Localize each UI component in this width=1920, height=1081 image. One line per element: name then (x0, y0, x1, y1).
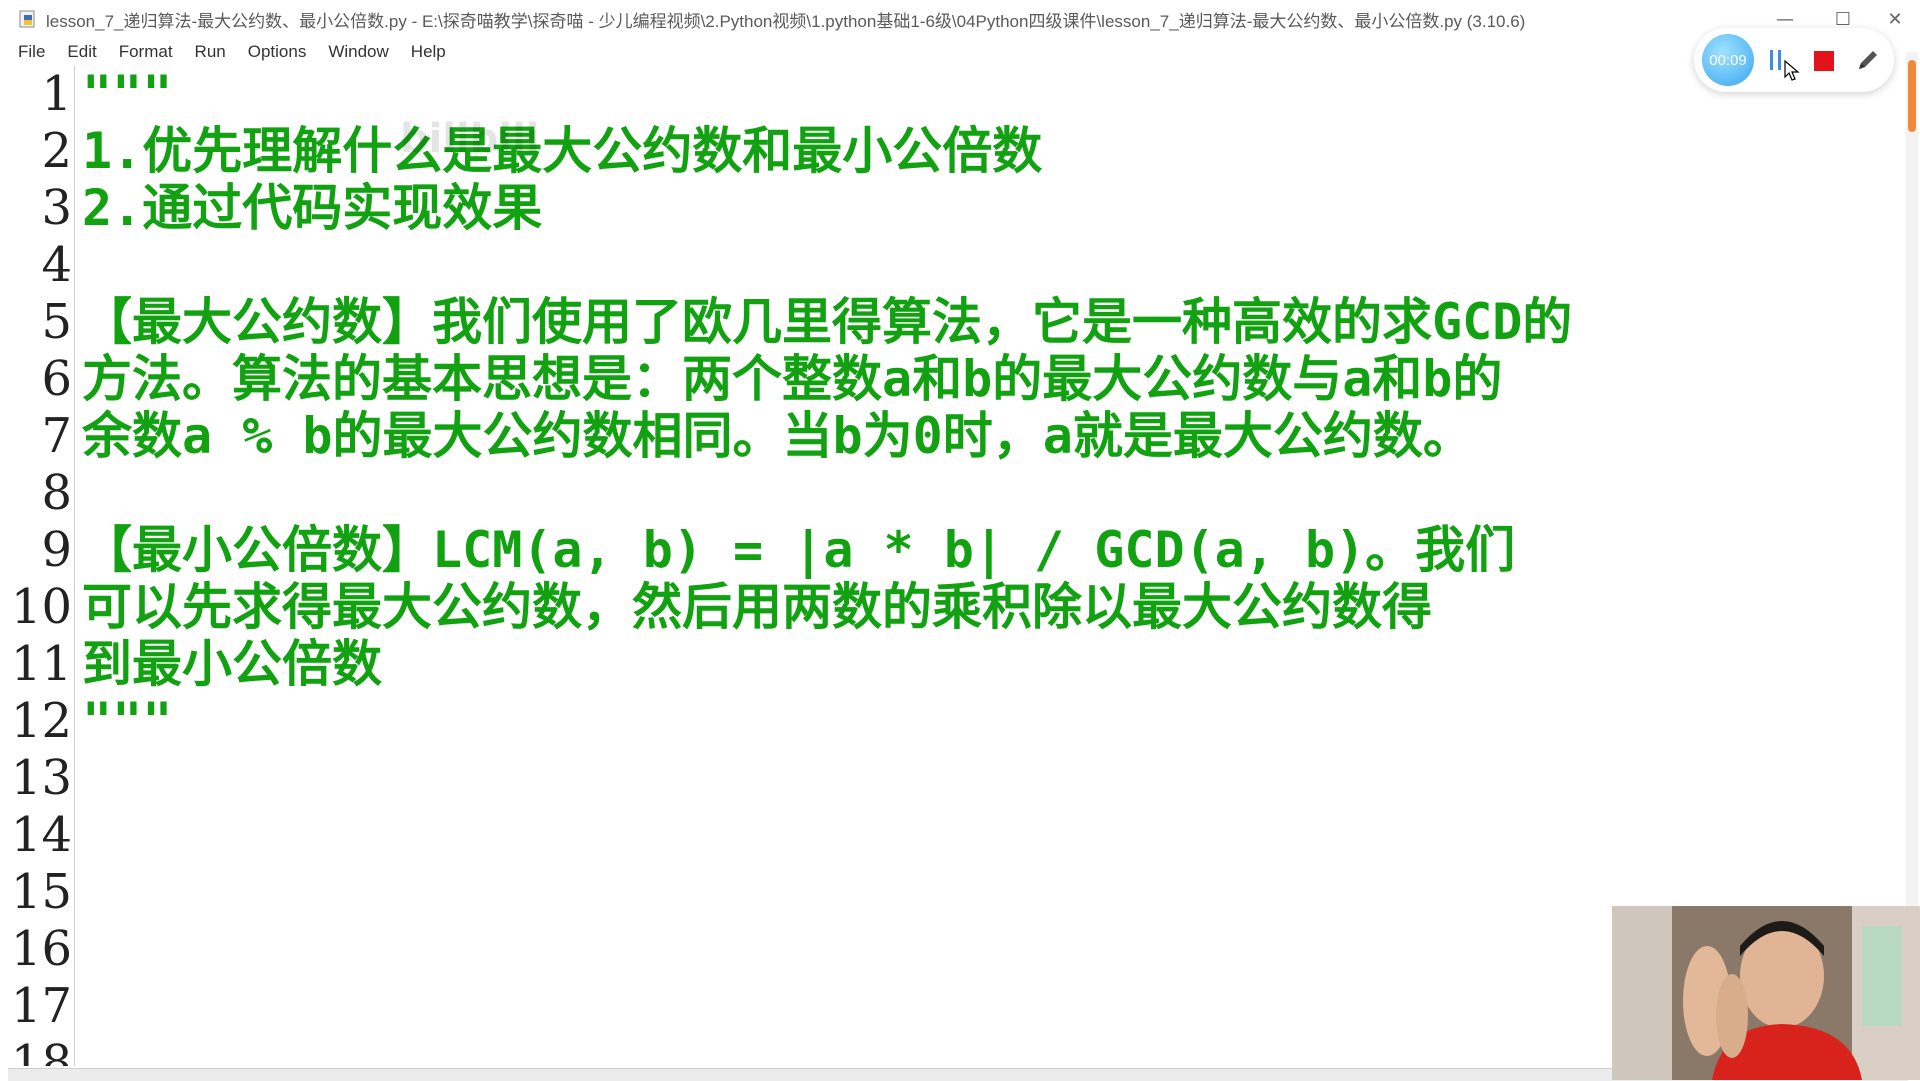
line-number: 14 (10, 807, 72, 863)
mouse-cursor-icon (1784, 60, 1800, 81)
line-number: 5 (41, 294, 72, 350)
line-number: 2 (41, 123, 72, 179)
code-line[interactable]: 2.通过代码实现效果 (82, 180, 542, 237)
code-line[interactable]: 到最小公倍数 (82, 636, 382, 693)
menu-window[interactable]: Window (328, 42, 388, 62)
menu-run[interactable]: Run (195, 42, 226, 62)
title-bar: lesson_7_递归算法-最大公约数、最小公倍数.py - E:\探奇喵教学\… (0, 0, 1920, 38)
line-number: 4 (41, 237, 72, 293)
menu-format[interactable]: Format (119, 42, 173, 62)
line-number: 6 (41, 351, 72, 407)
menu-help[interactable]: Help (411, 42, 446, 62)
code-line[interactable]: """ (82, 66, 172, 123)
line-number: 8 (41, 465, 72, 521)
watermark-logo: bilibili (400, 116, 540, 162)
pen-icon[interactable] (1854, 46, 1882, 74)
line-number: 10 (10, 579, 72, 635)
menu-edit[interactable]: Edit (67, 42, 96, 62)
pause-icon[interactable] (1770, 50, 1784, 72)
line-number: 12 (10, 693, 72, 749)
code-line[interactable]: 1.优先理解什么是最大公约数和最小公倍数 (82, 123, 1042, 180)
menu-file[interactable]: File (18, 42, 45, 62)
line-number: 1 (41, 66, 72, 122)
line-number: 3 (41, 180, 72, 236)
line-number: 9 (41, 522, 72, 578)
code-line[interactable]: 【最小公倍数】LCM(a, b) = |a * b| / GCD(a, b)。我… (82, 522, 1515, 579)
webcam-person-image (1612, 906, 1920, 1080)
code-line[interactable]: """ (82, 693, 172, 750)
menu-options[interactable]: Options (248, 42, 307, 62)
line-number: 16 (10, 921, 72, 977)
code-line[interactable]: 可以先求得最大公约数，然后用两数的乘积除以最大公约数得 (82, 579, 1432, 636)
line-number: 11 (10, 636, 72, 692)
menu-bar: File Edit Format Run Options Window Help (0, 38, 1920, 66)
line-number-gutter: 1 2 3 4 5 6 7 8 9 10 11 12 13 14 15 16 1… (8, 66, 75, 1066)
window-title: lesson_7_递归算法-最大公约数、最小公倍数.py - E:\探奇喵教学\… (46, 11, 1526, 31)
line-number: 15 (10, 864, 72, 920)
stop-icon[interactable] (1814, 51, 1834, 71)
code-line[interactable]: 方法。算法的基本思想是：两个整数a和b的最大公约数与a和b的 (82, 351, 1502, 408)
scrollbar-thumb[interactable] (1908, 60, 1916, 132)
line-number: 18 (10, 1035, 72, 1066)
code-line[interactable]: 余数a % b的最大公约数相同。当b为0时，a就是最大公约数。 (82, 408, 1473, 465)
line-number: 7 (41, 408, 72, 464)
line-number: 17 (10, 978, 72, 1034)
python-file-icon (19, 10, 35, 28)
webcam-video (1612, 906, 1920, 1080)
svg-text:bilibili: bilibili (400, 116, 540, 162)
line-number: 13 (10, 750, 72, 806)
code-line[interactable]: 【最大公约数】我们使用了欧几里得算法，它是一种高效的求GCD的 (82, 294, 1572, 351)
recording-timer: 00:09 (1702, 34, 1754, 86)
